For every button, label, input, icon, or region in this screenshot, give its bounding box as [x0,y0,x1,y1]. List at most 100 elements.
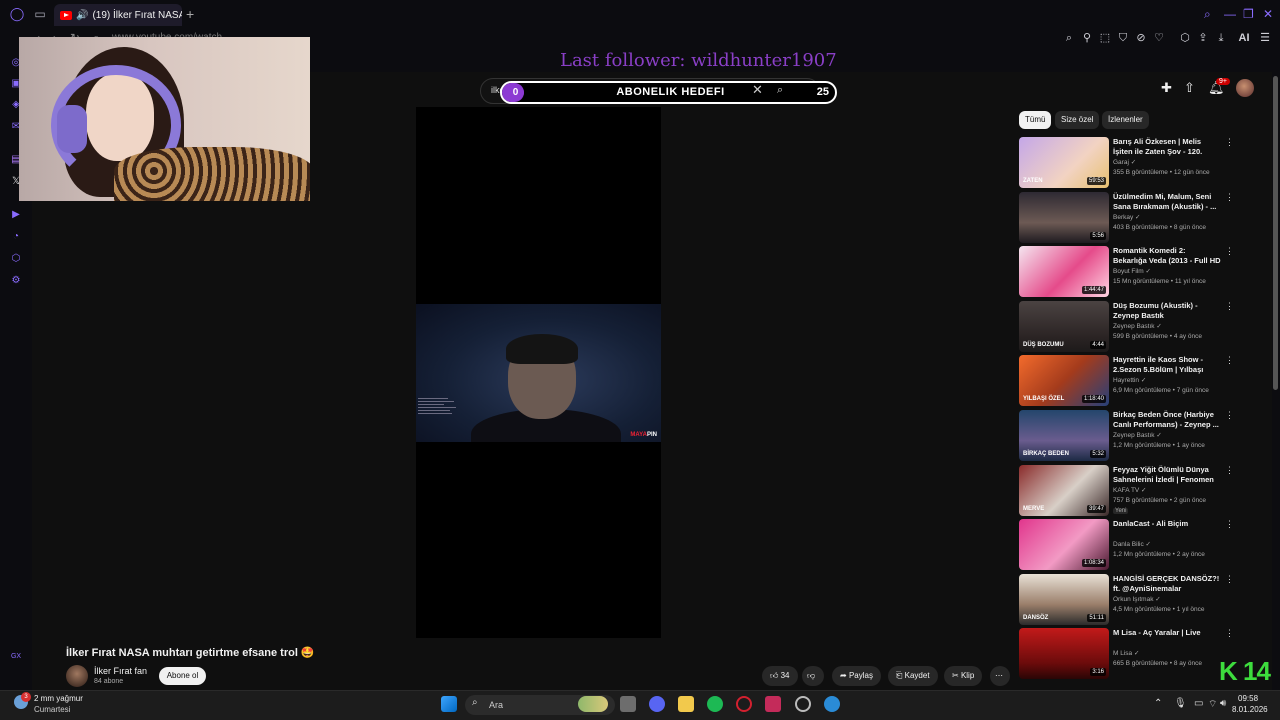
recommendation-item[interactable]: 5:56 Üzülmedim Mi, Malum, Seni Sana Bırak… [1019,191,1239,244]
recommendation-item[interactable]: ZATEN 59:53 Barış Ali Özkesen | Melis İşit… [1019,137,1239,189]
account-avatar[interactable] [1236,79,1254,97]
recommendation-item[interactable]: DÜŞ BOZUMU 4:44 Düş Bozumu (Akustik) - Zey… [1019,300,1239,353]
chip-for-you[interactable]: Size özel [1055,111,1100,129]
save-button[interactable]: ⎗ Kaydet [888,666,938,686]
dislike-button[interactable]: 👎︎ [802,666,824,686]
more-options-icon[interactable]: ⋮ [1225,628,1234,639]
recommendation-channel[interactable]: Garaj ✓ [1113,158,1136,166]
share-page-icon[interactable]: ⇪ [1196,31,1210,45]
recommendation-thumbnail[interactable]: ZATEN 59:53 [1019,137,1109,188]
maximize-button[interactable]: ❐ [1243,7,1254,21]
more-options-icon[interactable]: ⋮ [1225,410,1234,421]
recommendation-thumbnail[interactable]: BİRKAÇ BEDEN 5:32 [1019,410,1109,461]
recommendation-title[interactable]: M Lisa - Aç Yaralar | Live [1113,628,1221,638]
more-options-icon[interactable]: ⋮ [1225,137,1234,148]
recommendation-channel[interactable]: Boyut Film ✓ [1113,267,1151,275]
discord-icon[interactable] [649,696,665,712]
recommendation-title[interactable]: Hayrettin ile Kaos Show - 2.Sezon 5.Bölü… [1113,355,1221,375]
recommendation-thumbnail[interactable]: 5:56 [1019,191,1109,243]
scrollbar-thumb[interactable] [1273,76,1278,390]
recommendation-item[interactable]: 1:44:47 Romantik Komedi 2: Bekarlığa Veda… [1019,246,1239,298]
clock-date[interactable]: 8.01.2026 [1232,705,1268,714]
recommendation-item[interactable]: YILBAŞI ÖZEL 1:18:40 Hayrettin ile Kaos Sh… [1019,355,1239,407]
more-options-icon[interactable]: ⋮ [1225,519,1234,530]
more-options-icon[interactable]: ⋮ [1225,355,1234,366]
display-icon[interactable]: ▭ [1194,698,1203,709]
recommendation-thumbnail[interactable]: 1:44:47 [1019,246,1109,298]
app-taskbar-icon[interactable] [824,696,840,712]
speaker-icon[interactable]: 🔊 [76,10,88,21]
sidebar-player-icon[interactable]: ▶ [10,209,22,221]
spotify-icon[interactable] [707,696,723,712]
more-options-icon[interactable]: ⋮ [1225,246,1234,257]
channel-avatar[interactable] [66,665,88,687]
recommendation-channel[interactable]: Berkay ✓ [1113,213,1140,221]
recommendation-title[interactable]: Düş Bozumu (Akustik) - Zeynep Bastık [1113,301,1221,321]
sidebar-extensions-icon[interactable]: ⬡ [10,253,22,265]
minimize-button[interactable]: — [1224,7,1236,21]
recommendation-title[interactable]: DanlaCast - Ali Biçim [1113,519,1221,529]
recommendation-item[interactable]: MERVE 39:47 Feyyaz Yiğit Ölümlü Dünya Sahn… [1019,464,1239,517]
recommendation-item[interactable]: 3:16 M Lisa - Aç Yaralar | Live M Lisa ✓ 66… [1019,628,1239,680]
heart-icon[interactable]: ♡ [1152,31,1166,45]
recommendation-thumbnail[interactable]: MERVE 39:47 [1019,464,1109,516]
zoom-icon[interactable]: ⌕ [1062,31,1076,45]
search-icon[interactable]: ⌕ [777,84,783,97]
sidebar-gx-label[interactable]: GX [8,651,24,663]
video-frame[interactable]: MAYAPIN [416,304,661,442]
recommendation-channel[interactable]: KAFA TV ✓ [1113,486,1147,494]
start-button[interactable] [441,696,457,712]
create-icon[interactable]: ✚ [1161,80,1172,96]
snapshot-icon[interactable]: ⬚ [1098,31,1112,45]
vpn-icon[interactable]: ⊘ [1134,31,1148,45]
recommendation-thumbnail[interactable]: DANSÖZ 51:11 [1019,573,1109,625]
recommendation-channel[interactable]: Danla Bilic ✓ [1113,540,1151,548]
network-icon[interactable]: ⌔ [1208,698,1217,711]
recommendation-item[interactable]: 1:08:34 DanlaCast - Ali Biçim Danla Bilic … [1019,519,1239,571]
task-view-icon[interactable] [620,696,636,712]
chip-watched[interactable]: İzlenenler [1102,111,1149,129]
recommendation-item[interactable]: BİRKAÇ BEDEN 5:32 Birkaç Beden Önce (Harbi… [1019,410,1239,462]
sidebar-settings-icon[interactable]: ⚙ [10,275,22,287]
tab-youtube[interactable]: 🔊 (19) İlker Fırat NASA m [54,4,182,26]
extensions-icon[interactable]: ⬡ [1178,31,1192,45]
more-options-icon[interactable]: ⋮ [1225,192,1234,203]
like-button[interactable]: 👍︎ 34 [762,666,798,686]
pin-icon[interactable]: ⚲ [1080,31,1094,45]
search-tabs-icon[interactable]: ⌕ [1204,7,1211,22]
chip-all[interactable]: Tümü [1019,111,1052,129]
clock-time[interactable]: 09:58 [1238,694,1258,703]
search-highlight-icon[interactable] [578,696,608,712]
more-options-icon[interactable]: ⋮ [1225,465,1234,476]
recommendation-title[interactable]: Feyyaz Yiğit Ölümlü Dünya Sahnelerini İz… [1113,465,1221,485]
more-actions-button[interactable]: ⋯ [990,666,1010,686]
recommendation-item[interactable]: DANSÖZ 51:11 HANGİSİ GERÇEK DANSÖZ?! ft. @… [1019,573,1239,626]
tab-islands-icon[interactable]: ▭ [32,6,48,22]
weather-summary[interactable]: 2 mm yağmur [34,694,83,703]
volume-icon[interactable]: 🔊︎ [1220,698,1226,709]
shield-icon[interactable]: ⛉ [1116,31,1130,45]
recommendation-channel[interactable]: M Lisa ✓ [1113,649,1139,657]
opera-taskbar-icon[interactable] [736,696,752,712]
recommendation-thumbnail[interactable]: 1:08:34 [1019,519,1109,571]
recommendation-title[interactable]: Barış Ali Özkesen | Melis İşiten ile Zat… [1113,137,1221,157]
close-window-button[interactable]: ✕ [1263,7,1273,21]
recommendation-channel[interactable]: Orkun Işıtmak ✓ [1113,595,1161,603]
recommendation-title[interactable]: Üzülmedim Mi, Malum, Seni Sana Bırakmam … [1113,192,1221,212]
recommendation-title[interactable]: Birkaç Beden Önce (Harbiye Canlı Perform… [1113,410,1221,430]
recommendation-channel[interactable]: Hayrettin ✓ [1113,376,1146,384]
channel-name[interactable]: İlker Fırat fan [94,666,147,676]
opera-gx-taskbar-icon[interactable] [795,696,811,712]
microphone-icon[interactable]: 🎙︎ [1174,698,1187,709]
recommendation-title[interactable]: Romantik Komedi 2: Bekarlığa Veda (2013 … [1113,246,1221,266]
recommendation-thumbnail[interactable]: DÜŞ BOZUMU 4:44 [1019,300,1109,352]
file-explorer-icon[interactable] [678,696,694,712]
upload-icon[interactable]: ⇧ [1184,80,1195,96]
recommendation-channel[interactable]: Zeynep Bastık ✓ [1113,322,1162,330]
recommendation-thumbnail[interactable]: YILBAŞI ÖZEL 1:18:40 [1019,355,1109,407]
opera-logo-icon[interactable]: ◯ [9,6,25,22]
subscribe-button[interactable]: Abone ol [159,667,206,685]
new-tab-button[interactable]: + [186,6,194,22]
clear-search-icon[interactable]: ✕ [752,82,763,98]
recommendation-channel[interactable]: Zeynep Bastık ✓ [1113,431,1162,439]
